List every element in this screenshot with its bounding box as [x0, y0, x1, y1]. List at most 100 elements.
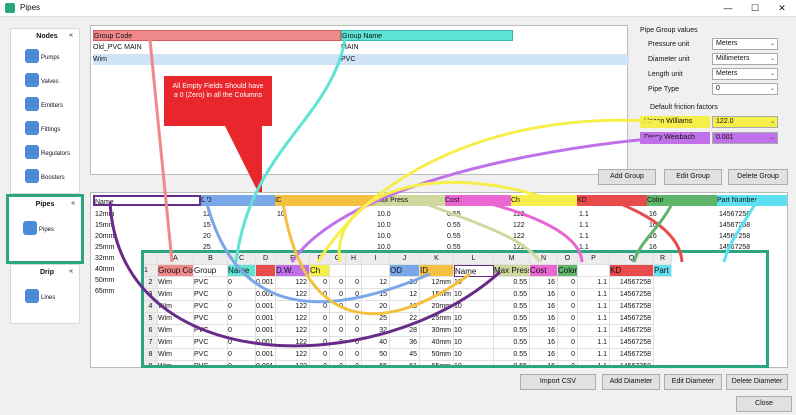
sheet-cell[interactable]: PVC — [194, 301, 228, 313]
sheet-header-cell[interactable] — [256, 265, 276, 277]
import-csv-button[interactable]: Import CSV — [520, 374, 596, 390]
sheet-cell[interactable]: 40mm — [420, 337, 454, 349]
sheet-header-cell[interactable]: D.W. — [276, 265, 310, 277]
sheet-header-cell[interactable]: KD — [610, 265, 654, 277]
sheet-cell[interactable]: 0.55 — [494, 277, 530, 289]
darcy-weisbach-select[interactable]: 0.001 ⌄ — [712, 132, 778, 144]
sheet-cell[interactable]: PVC — [194, 277, 228, 289]
sheet-cell[interactable]: 16 — [530, 325, 558, 337]
sheet-header-cell[interactable]: Name — [228, 265, 256, 277]
diameter-cell[interactable]: 12 — [203, 209, 277, 220]
sheet-cell[interactable]: 1.1 — [578, 325, 610, 337]
diameter-cell[interactable]: 10 — [277, 209, 377, 220]
sheet-cell[interactable]: Wim — [158, 289, 194, 301]
sheet-column-letter[interactable]: D — [256, 253, 276, 265]
collapse-chevron-icon[interactable]: « — [69, 268, 73, 275]
col-header-kd[interactable]: KD — [577, 195, 647, 206]
sheet-cell[interactable]: 0 — [228, 277, 256, 289]
sheet-cell[interactable]: 16 — [530, 337, 558, 349]
sheet-header-cell[interactable] — [578, 265, 610, 277]
sheet-cell[interactable]: PVC — [194, 337, 228, 349]
sheet-header-cell[interactable]: Max Press — [494, 265, 530, 277]
sheet-cell[interactable]: 0.55 — [494, 289, 530, 301]
sheet-cell[interactable]: 0.55 — [494, 325, 530, 337]
sheet-cell[interactable]: 14567258 — [610, 325, 654, 337]
sheet-row-number[interactable]: 1 — [144, 265, 158, 277]
sheet-cell[interactable]: 10 — [454, 337, 494, 349]
nav-item-regulators[interactable]: Regulators — [17, 145, 77, 171]
diameter-cell[interactable]: 14567258 — [719, 220, 789, 231]
diameter-cell[interactable]: 122 — [513, 220, 579, 231]
sheet-cell[interactable]: 15 — [362, 289, 390, 301]
sheet-cell[interactable]: 16 — [530, 349, 558, 361]
length-unit-select[interactable]: Meters ⌄ — [712, 68, 778, 80]
sheet-cell[interactable]: 0 — [228, 289, 256, 301]
sheet-cell[interactable]: 0.55 — [494, 313, 530, 325]
nav-item-fittings[interactable]: Fittings — [17, 121, 77, 147]
nav-item-pumps[interactable]: Pumps — [17, 49, 77, 75]
sheet-cell[interactable]: 0.55 — [494, 301, 530, 313]
sheet-cell[interactable]: 0 — [310, 337, 330, 349]
diameter-cell[interactable]: 16 — [649, 209, 719, 220]
sheet-cell[interactable]: 0 — [558, 361, 578, 365]
col-header-cost[interactable]: Cost — [445, 195, 511, 206]
maximize-button[interactable]: ☐ — [741, 0, 769, 17]
col-header-max-press[interactable]: Max Press — [375, 195, 445, 206]
sheet-cell[interactable]: 1.1 — [578, 337, 610, 349]
sheet-cell[interactable]: 0 — [228, 337, 256, 349]
sheet-cell[interactable]: 50mm — [420, 349, 454, 361]
sheet-cell[interactable]: 50 — [362, 349, 390, 361]
sheet-cell[interactable]: 22 — [390, 313, 420, 325]
sheet-cell[interactable]: 10 — [454, 361, 494, 365]
sheet-header-cell[interactable]: Name — [454, 265, 494, 277]
sheet-cell[interactable]: Wim — [158, 337, 194, 349]
sheet-column-letter[interactable]: Q — [610, 253, 654, 265]
sheet-cell[interactable]: 0 — [228, 361, 256, 365]
diameter-cell[interactable]: 10.0 — [377, 209, 447, 220]
sheet-column-letter[interactable]: A — [158, 253, 194, 265]
sheet-cell[interactable]: 12mm — [420, 277, 454, 289]
diameter-cell[interactable]: 0.55 — [447, 209, 513, 220]
col-header-id[interactable]: ID — [275, 195, 375, 206]
sheet-cell[interactable]: 10 — [454, 325, 494, 337]
sheet-cell[interactable]: 12 — [362, 277, 390, 289]
sheet-header-cell[interactable] — [362, 265, 390, 277]
sheet-cell[interactable]: 122 — [276, 325, 310, 337]
diameter-cell[interactable]: 16 — [649, 220, 719, 231]
sheet-cell[interactable]: 1.1 — [578, 277, 610, 289]
sheet-cell[interactable]: 0 — [310, 361, 330, 365]
sheet-cell[interactable]: 0 — [330, 313, 346, 325]
col-header-color[interactable]: Color — [647, 195, 717, 206]
sheet-cell[interactable]: 0.55 — [494, 337, 530, 349]
sheet-cell[interactable]: 12 — [390, 289, 420, 301]
sheet-cell[interactable]: 0 — [330, 361, 346, 365]
col-header-group-code[interactable]: Group Code — [93, 30, 341, 41]
edit-group-button[interactable]: Edit Group — [664, 169, 722, 185]
sheet-cell[interactable]: Wim — [158, 361, 194, 365]
sheet-cell[interactable]: 16 — [530, 277, 558, 289]
sheet-row-number[interactable]: 6 — [144, 325, 158, 337]
sheet-cell[interactable]: 25mm — [420, 313, 454, 325]
diameter-cell[interactable]: 1.1 — [579, 209, 649, 220]
collapse-chevron-icon[interactable]: « — [69, 32, 73, 39]
sheet-cell[interactable]: 0 — [558, 313, 578, 325]
sheet-cell[interactable]: 28 — [390, 325, 420, 337]
diameter-cell[interactable]: 10.0 — [377, 231, 447, 242]
group-cell[interactable]: Old_PVC MAIN — [93, 42, 341, 53]
sheet-cell[interactable]: 0.001 — [256, 301, 276, 313]
sheet-cell[interactable]: 122 — [276, 349, 310, 361]
sheet-cell[interactable]: 10 — [454, 289, 494, 301]
group-cell[interactable]: Wim — [93, 54, 341, 65]
sheet-cell[interactable]: 0.001 — [256, 289, 276, 301]
sheet-cell[interactable]: PVC — [194, 289, 228, 301]
sheet-cell[interactable]: PVC — [194, 361, 228, 365]
nav-item-boosters[interactable]: Boosters — [17, 169, 77, 195]
col-header-ch[interactable]: Ch — [511, 195, 577, 206]
edit-diameter-button[interactable]: Edit Diameter — [664, 374, 722, 390]
sheet-cell[interactable]: 0 — [558, 349, 578, 361]
sheet-cell[interactable]: 0 — [558, 337, 578, 349]
sheet-column-letter[interactable]: C — [228, 253, 256, 265]
sheet-cell[interactable]: 16 — [530, 313, 558, 325]
sheet-header-cell[interactable]: OD — [390, 265, 420, 277]
sheet-column-letter[interactable]: N — [530, 253, 558, 265]
